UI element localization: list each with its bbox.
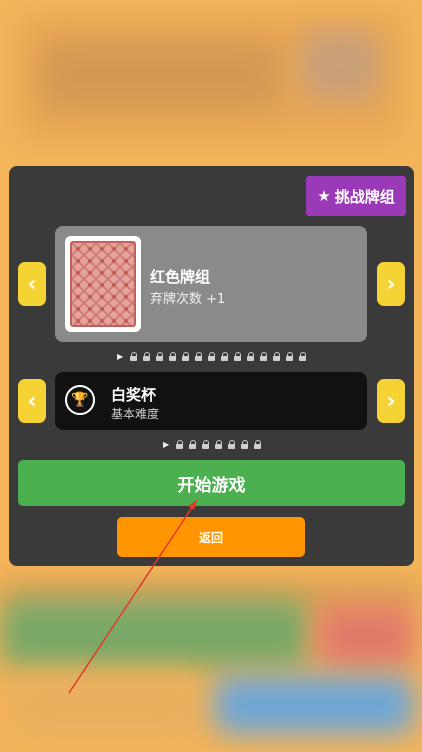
- chevron-left-icon: ‹: [27, 388, 37, 414]
- lock-icon: [233, 352, 242, 361]
- new-run-panel: ★ 挑战牌组 ‹ 红色牌组 弃牌次数 +1 › ▶ ‹ 🏆 白奖杯 基本难度 ›…: [9, 166, 414, 566]
- current-page-icon: ▶: [163, 440, 170, 449]
- chevron-right-icon: ›: [386, 388, 396, 414]
- lock-icon: [285, 352, 294, 361]
- deck-card[interactable]: 红色牌组 弃牌次数 +1: [55, 226, 367, 342]
- start-game-button[interactable]: 开始游戏: [18, 460, 405, 506]
- deck-back-pattern: [70, 241, 136, 327]
- lock-icon: [259, 352, 268, 361]
- bg-blob: [316, 604, 416, 668]
- challenge-deck-button[interactable]: ★ 挑战牌组: [306, 176, 406, 216]
- next-deck-button[interactable]: ›: [377, 262, 405, 306]
- bg-blob: [214, 676, 414, 734]
- chevron-right-icon: ›: [386, 271, 396, 297]
- trophy-icon: 🏆: [65, 385, 95, 415]
- lock-icon: [194, 352, 203, 361]
- bg-blob: [0, 598, 310, 668]
- next-stake-button[interactable]: ›: [377, 379, 405, 423]
- stake-name: 白奖杯: [111, 386, 157, 404]
- lock-icon: [175, 440, 184, 449]
- lock-icon: [181, 352, 190, 361]
- lock-icon: [155, 352, 164, 361]
- prev-deck-button[interactable]: ‹: [18, 262, 46, 306]
- lock-icon: [214, 440, 223, 449]
- challenge-deck-label: 挑战牌组: [334, 187, 395, 206]
- lock-icon: [201, 440, 210, 449]
- stake-difficulty: 基本难度: [111, 407, 160, 421]
- lock-icon: [207, 352, 216, 361]
- deck-name: 红色牌组: [150, 268, 211, 286]
- chevron-left-icon: ‹: [27, 271, 37, 297]
- lock-icon: [220, 352, 229, 361]
- star-icon: ★: [317, 187, 331, 205]
- lock-icon: [272, 352, 281, 361]
- bg-blob: [40, 40, 280, 110]
- lock-icon: [253, 440, 262, 449]
- lock-icon: [188, 440, 197, 449]
- deck-page-indicator: ▶: [117, 352, 307, 361]
- lock-icon: [227, 440, 236, 449]
- bg-blob: [300, 30, 380, 100]
- lock-icon: [240, 440, 249, 449]
- bg-blob: [10, 676, 200, 734]
- stake-page-indicator: ▶: [163, 440, 262, 449]
- lock-icon: [298, 352, 307, 361]
- current-page-icon: ▶: [117, 352, 124, 361]
- lock-icon: [129, 352, 138, 361]
- back-button[interactable]: 返回: [117, 517, 305, 557]
- prev-stake-button[interactable]: ‹: [18, 379, 46, 423]
- deck-back-image: [65, 236, 141, 332]
- stake-card[interactable]: 🏆 白奖杯 基本难度: [55, 372, 367, 430]
- lock-icon: [142, 352, 151, 361]
- deck-effect: 弃牌次数 +1: [150, 292, 226, 307]
- lock-icon: [246, 352, 255, 361]
- lock-icon: [168, 352, 177, 361]
